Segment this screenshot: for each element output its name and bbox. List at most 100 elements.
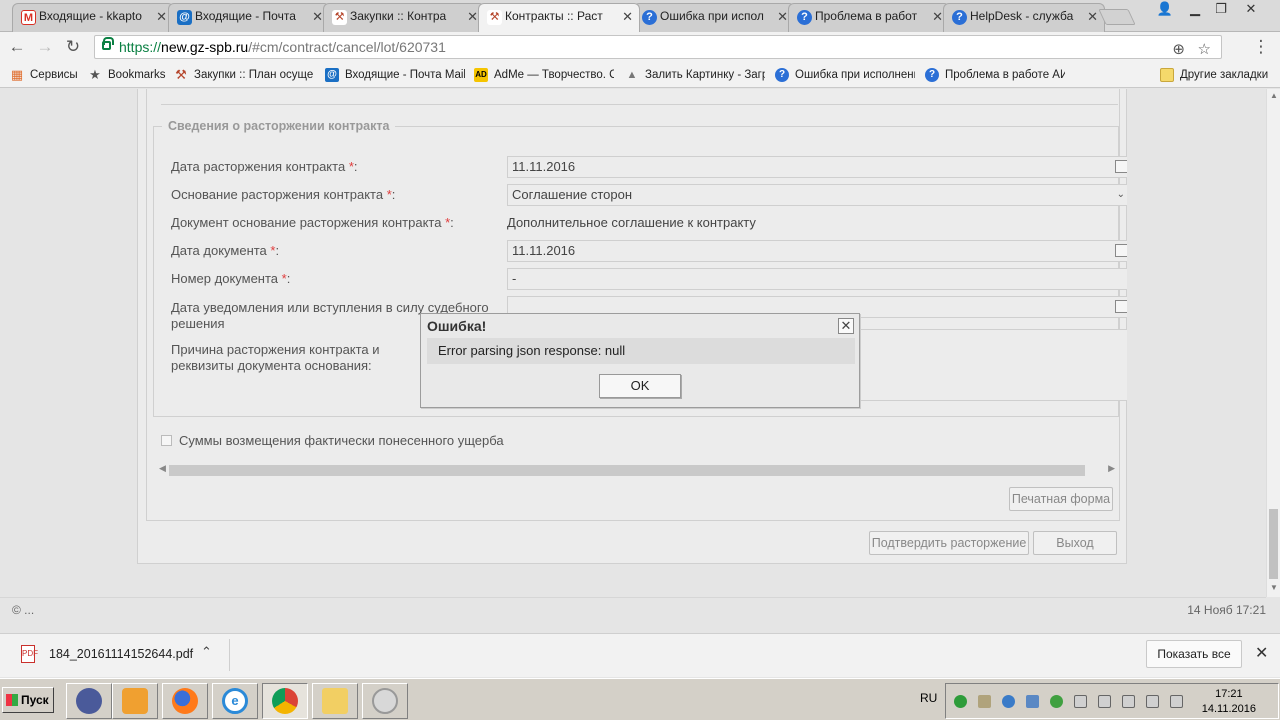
calendar-icon[interactable] xyxy=(1115,300,1127,313)
bookmark-error-usage[interactable]: ? Ошибка при исполнени xyxy=(775,67,915,83)
menu-icon[interactable]: ⋮ xyxy=(1250,36,1272,58)
bookmark-label: Другие закладки xyxy=(1180,69,1269,81)
bookmark-label: AdMe — Творчество. С xyxy=(494,69,614,81)
field-value: 11.11.2016 xyxy=(512,159,576,174)
antivirus-icon[interactable] xyxy=(954,695,967,708)
tab-title: Закупки :: Контра xyxy=(350,9,447,23)
damages-checkbox[interactable] xyxy=(161,435,172,446)
network-icon[interactable] xyxy=(1026,695,1039,708)
taskbar-app-explorer[interactable] xyxy=(312,683,358,719)
volume-icon[interactable] xyxy=(978,695,991,708)
pdf-file-icon[interactable]: PDF xyxy=(21,645,38,663)
address-bar[interactable]: https://new.gz-spb.ru/#cm/contract/cance… xyxy=(94,35,1222,59)
taskbar-app-media-player[interactable] xyxy=(112,683,158,719)
document-number-label: Номер документа *: xyxy=(171,271,501,287)
media-player-icon xyxy=(122,688,148,714)
taskbar-app-paint[interactable] xyxy=(362,683,408,719)
helpdesk-icon: ? xyxy=(925,68,939,82)
display-icon[interactable] xyxy=(1146,695,1159,708)
show-all-button[interactable]: Показать все xyxy=(1146,640,1242,668)
user-profile-icon[interactable]: 👤 xyxy=(1152,0,1178,18)
scroll-down-icon[interactable]: ▼ xyxy=(1270,583,1278,592)
section-title: Сведения о расторжении контракта xyxy=(168,119,390,133)
restore-icon[interactable]: ❐ xyxy=(1208,0,1234,18)
label-suffix: : xyxy=(450,215,454,230)
horizontal-scrollbar[interactable]: ◀ ▶ xyxy=(159,463,1115,477)
close-icon[interactable]: ✕ xyxy=(312,4,323,29)
update-icon[interactable] xyxy=(1002,695,1015,708)
close-icon[interactable]: ✕ xyxy=(838,318,854,334)
url-scheme: https:// xyxy=(119,39,162,55)
exit-button[interactable]: Выход xyxy=(1033,531,1117,555)
system-clock[interactable]: 17:21 14.11.2016 xyxy=(1202,687,1256,717)
scroll-up-icon[interactable]: ▲ xyxy=(1270,91,1278,100)
close-icon[interactable]: ✕ xyxy=(932,4,943,29)
taskbar-app-ie[interactable]: e xyxy=(212,683,258,719)
usb-icon[interactable] xyxy=(1074,695,1087,708)
label-suffix: : xyxy=(353,159,358,174)
termination-basis-label: Основание расторжения контракта *: xyxy=(171,187,501,203)
close-icon[interactable]: ✕ xyxy=(156,4,167,29)
scrollbar-thumb[interactable] xyxy=(1269,509,1278,579)
bookmark-upload-picture[interactable]: ▲ Залить Картинку - Загр xyxy=(625,67,765,83)
close-icon[interactable]: ✕ xyxy=(622,4,633,29)
label-text: Основание расторжения контракта xyxy=(171,187,384,202)
close-icon[interactable]: ✕ xyxy=(467,4,478,29)
tab-mail-ru-inbox[interactable]: @ Входящие - Почта ✕ xyxy=(168,3,330,32)
tab-error-usage[interactable]: ? Ошибка при испол ✕ xyxy=(633,3,795,32)
bookmark-problem-ais[interactable]: ? Проблема в работе АИ xyxy=(925,67,1065,83)
termination-basis-select[interactable]: Соглашение сторон ⌄ xyxy=(507,184,1127,206)
lock-icon xyxy=(102,37,114,50)
bookmark-other[interactable]: Другие закладки xyxy=(1160,67,1278,83)
bookmark-zakupki-plan[interactable]: ⚒ Закупки :: План осуще xyxy=(174,67,314,83)
reason-label: Причина расторжения контракта и реквизит… xyxy=(171,342,380,373)
security-check-icon[interactable] xyxy=(1050,695,1063,708)
reload-icon[interactable]: ↻ xyxy=(62,36,84,58)
taskbar-app-chrome[interactable] xyxy=(262,683,308,719)
scrollbar-thumb[interactable] xyxy=(169,465,1085,476)
bookmark-bookmarks[interactable]: ★ Bookmarks xyxy=(88,67,168,83)
close-icon[interactable]: ✕ xyxy=(1087,4,1098,29)
vertical-scrollbar[interactable]: ▲ ▼ xyxy=(1266,89,1280,597)
taskbar-app-acrobat[interactable] xyxy=(66,683,112,719)
confirm-termination-button[interactable]: Подтвердить расторжение xyxy=(869,531,1029,555)
bookmark-star-icon[interactable]: ☆ xyxy=(1198,39,1211,61)
tab-gmail-inbox[interactable]: M Входящие - kkapto ✕ xyxy=(12,3,174,32)
taskbar-app-firefox[interactable] xyxy=(162,683,208,719)
close-icon[interactable]: ✕ xyxy=(1255,643,1268,663)
chevron-down-icon[interactable]: ⌄ xyxy=(1117,185,1125,205)
bookmark-mail-ru[interactable]: @ Входящие - Почта Mail xyxy=(325,67,465,83)
hammer-icon: ⚒ xyxy=(175,67,187,82)
tab-helpdesk[interactable]: ? HelpDesk - служба ✕ xyxy=(943,3,1105,32)
tab-contracts-termination[interactable]: ⚒ Контракты :: Раст ✕ xyxy=(478,3,640,32)
tab-zakupki-contracts[interactable]: ⚒ Закупки :: Контра ✕ xyxy=(323,3,485,32)
scroll-left-icon[interactable]: ◀ xyxy=(159,463,166,474)
bookmark-adme[interactable]: AD AdMe — Творчество. С xyxy=(474,67,614,83)
zoom-icon[interactable]: ⊕ xyxy=(1172,39,1185,61)
bookmark-services[interactable]: ▦ Сервисы xyxy=(10,67,80,83)
document-date-field[interactable]: 11.11.2016 xyxy=(507,240,1127,262)
minimize-icon[interactable]: ▁ xyxy=(1182,0,1208,18)
keyboard-icon[interactable] xyxy=(1170,695,1183,708)
tab-title: HelpDesk - служба xyxy=(970,9,1074,23)
forward-arrow-icon[interactable]: → xyxy=(34,36,56,58)
language-indicator[interactable]: RU xyxy=(920,691,937,705)
print-form-button[interactable]: Печатная форма xyxy=(1009,487,1113,511)
window-close-icon[interactable]: ✕ xyxy=(1238,0,1264,18)
new-tab-button[interactable] xyxy=(1098,9,1136,25)
termination-date-field[interactable]: 11.11.2016 xyxy=(507,156,1127,178)
close-icon[interactable]: ✕ xyxy=(777,4,788,29)
speaker-icon[interactable] xyxy=(1122,695,1135,708)
scroll-right-icon[interactable]: ▶ xyxy=(1108,463,1115,474)
calendar-icon[interactable] xyxy=(1115,244,1127,257)
copyright-text: © ... xyxy=(12,603,35,617)
ok-button[interactable]: OK xyxy=(599,374,681,398)
document-number-field[interactable]: - xyxy=(507,268,1127,290)
calendar-icon[interactable] xyxy=(1115,160,1127,173)
tab-problem-in-work[interactable]: ? Проблема в работ ✕ xyxy=(788,3,950,32)
start-button[interactable]: Пуск xyxy=(2,687,54,713)
chevron-up-icon[interactable]: ⌃ xyxy=(201,644,212,660)
flag-icon[interactable] xyxy=(1098,695,1111,708)
download-file-name[interactable]: 184_20161114152644.pdf xyxy=(49,647,193,661)
back-arrow-icon[interactable]: ← xyxy=(6,36,28,58)
